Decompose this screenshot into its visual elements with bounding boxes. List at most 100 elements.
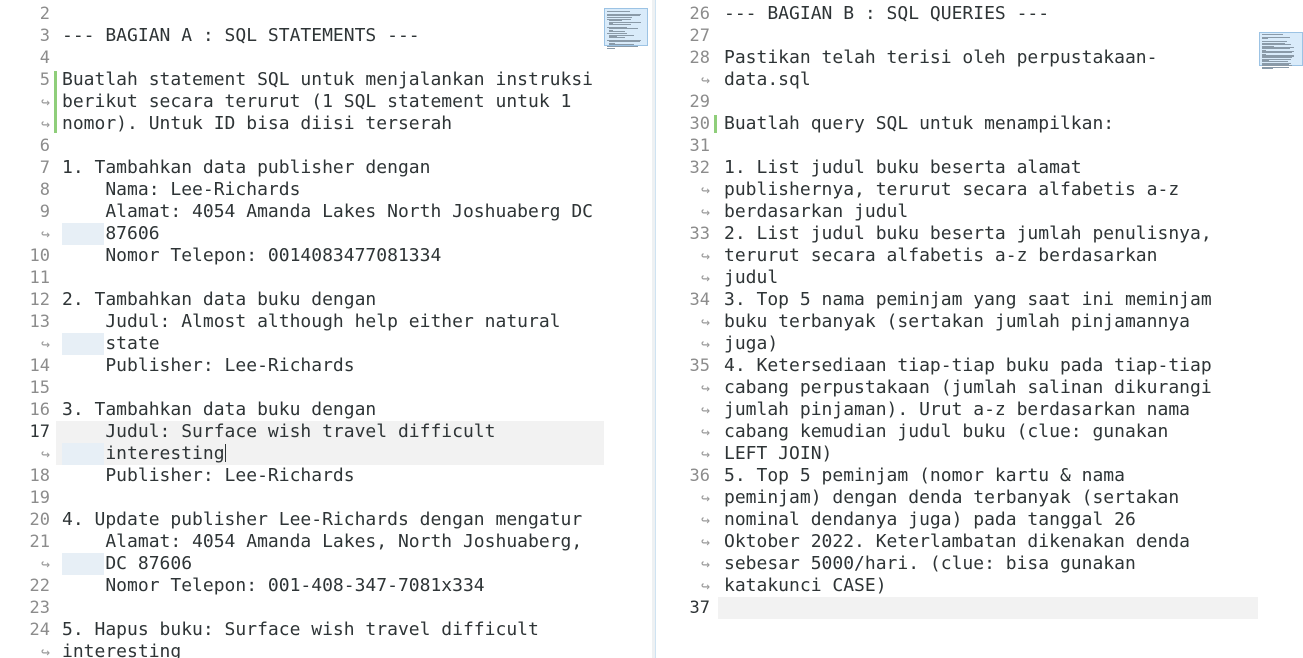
code-line[interactable]: 2. List judul buku beserta jumlah penuli… [724, 223, 1212, 245]
code-line[interactable]: 5. Hapus buku: Surface wish travel diffi… [62, 619, 539, 641]
code-line-text: nominal dendanya juga) pada tanggal 26 [724, 509, 1136, 530]
minimap-line [1262, 52, 1293, 54]
code-line-text: 4. Update publisher Lee-Richards dengan … [62, 509, 583, 530]
code-line[interactable]: cabang perpustakaan (jumlah salinan diku… [724, 377, 1212, 399]
code-line-text: nomor). Untuk ID bisa diisi terserah [62, 113, 453, 134]
line-number: 13 [29, 312, 50, 332]
code-line-text: peminjam) dengan denda terbanyak (sertak… [724, 487, 1180, 508]
code-line[interactable]: peminjam) dengan denda terbanyak (sertak… [724, 487, 1179, 509]
wrap-indicator: ↪ [700, 533, 710, 551]
line-number: 7 [39, 158, 50, 178]
code-line[interactable]: berikut secara terurut (1 SQL statement … [62, 91, 571, 113]
code-line[interactable]: LEFT JOIN) [724, 443, 832, 465]
code-line-text: 1. List judul buku beserta alamat [724, 157, 1082, 178]
line-number: 4 [39, 48, 50, 68]
line-number: 37 [689, 598, 710, 618]
code-line[interactable]: Oktober 2022. Keterlambatan dikenakan de… [724, 531, 1190, 553]
line-number: 2 [39, 4, 50, 24]
code-line[interactable]: Pastikan telah terisi oleh perpustakaan- [724, 47, 1157, 69]
code-line[interactable]: 2. Tambahkan data buku dengan [62, 289, 376, 311]
code-line-text: state [62, 333, 160, 354]
line-number: 33 [689, 224, 710, 244]
code-line-text: 1. Tambahkan data publisher dengan [62, 157, 431, 178]
code-line[interactable]: Nomor Telepon: 0014083477081334 [62, 245, 441, 267]
code-line-text: data.sql [724, 69, 811, 90]
code-line[interactable]: Nomor Telepon: 001-408-347-7081x334 [62, 575, 485, 597]
left-minimap[interactable] [604, 4, 648, 604]
code-line[interactable]: Publisher: Lee-Richards [62, 465, 354, 487]
code-line-text: interesting [62, 443, 225, 464]
line-number: 12 [29, 290, 50, 310]
line-number: 35 [689, 356, 710, 376]
line-number: 34 [689, 290, 710, 310]
current-line-highlight [718, 597, 1258, 619]
minimap-line [607, 47, 615, 49]
code-line[interactable]: 4. Ketersediaan tiap-tiap buku pada tiap… [724, 355, 1212, 377]
code-line[interactable]: data.sql [724, 69, 811, 91]
line-number: 24 [29, 620, 50, 640]
code-line-text: Nama: Lee-Richards [62, 179, 301, 200]
code-line[interactable]: judul [724, 267, 778, 289]
code-line[interactable]: cabang kemudian judul buku (clue: gunaka… [724, 421, 1168, 443]
line-number: 26 [689, 4, 710, 24]
left-editor-pane[interactable]: 2 3 4 5 ↪ ↪ 6 7 8 9 ↪ 10 11 12 13 ↪ 14 15 16 17 ↪ 18 19 20 21 ↪ 22… [0, 0, 652, 658]
code-line[interactable]: interesting [62, 641, 181, 658]
code-line[interactable]: state [62, 333, 160, 355]
code-line[interactable]: publishernya, terurut secara alfabetis a… [724, 179, 1179, 201]
code-line[interactable]: jumlah pinjaman). Urut a-z berdasarkan n… [724, 399, 1190, 421]
code-line[interactable]: --- BAGIAN B : SQL QUERIES --- [724, 3, 1049, 25]
code-line[interactable]: 5. Top 5 peminjam (nomor kartu & nama [724, 465, 1125, 487]
code-line[interactable]: buku terbanyak (sertakan jumlah pinjaman… [724, 311, 1190, 333]
wrap-indicator: ↪ [700, 313, 710, 331]
code-line-text: --- BAGIAN B : SQL QUERIES --- [724, 3, 1050, 24]
code-line[interactable]: --- BAGIAN A : SQL STATEMENTS --- [62, 25, 420, 47]
code-line[interactable]: katakunci CASE) [724, 575, 887, 597]
wrap-indicator: ↪ [700, 423, 710, 441]
code-line[interactable]: juga) [724, 333, 778, 355]
wrap-indicator: ↪ [40, 555, 50, 573]
line-number: 14 [29, 356, 50, 376]
code-line[interactable]: Nama: Lee-Richards [62, 179, 300, 201]
line-number: 8 [39, 180, 50, 200]
code-line[interactable]: sebesar 5000/hari. (clue: bisa gunakan [724, 553, 1136, 575]
code-line[interactable]: Alamat: 4054 Amanda Lakes, North Joshuab… [62, 531, 582, 553]
minimap-line [1262, 34, 1283, 35]
line-number: 15 [29, 378, 50, 398]
line-number: 36 [689, 466, 710, 486]
wrap-indicator: ↪ [40, 335, 50, 353]
code-line[interactable]: 1. Tambahkan data publisher dengan [62, 157, 430, 179]
line-number: 9 [39, 202, 50, 222]
code-line[interactable]: 87606 [62, 223, 159, 245]
code-line-text: Nomor Telepon: 001-408-347-7081x334 [62, 575, 485, 596]
code-line[interactable]: interesting [62, 443, 227, 465]
wrap-indicator: ↪ [700, 335, 710, 353]
code-line[interactable]: 4. Update publisher Lee-Richards dengan … [62, 509, 582, 531]
right-minimap[interactable] [1259, 4, 1303, 604]
code-line-text: Buatlah query SQL untuk menampilkan: [724, 113, 1115, 134]
wrap-indicator: ↪ [40, 643, 50, 658]
wrap-indicator: ↪ [700, 489, 710, 507]
right-editor-pane[interactable]: 26 27 28 ↪ 29 30 31 32 ↪ ↪ 33 ↪ ↪ 34 ↪ ↪ 35 ↪ ↪ ↪ ↪ 36 ↪ ↪ ↪ ↪ ↪ 37… [655, 0, 1303, 658]
code-line[interactable]: terurut secara alfabetis a-z berdasarkan [724, 245, 1157, 267]
code-line[interactable]: nominal dendanya juga) pada tanggal 26 [724, 509, 1136, 531]
code-line[interactable]: 3. Top 5 nama peminjam yang saat ini mem… [724, 289, 1212, 311]
code-line[interactable]: berdasarkan judul [724, 201, 908, 223]
code-line[interactable]: Judul: Surface wish travel difficult [62, 421, 495, 443]
minimap-line [1262, 48, 1290, 50]
code-line[interactable]: DC 87606 [62, 553, 192, 575]
code-line-text: katakunci CASE) [724, 575, 887, 596]
code-line[interactable]: Publisher: Lee-Richards [62, 355, 354, 377]
code-line[interactable]: Buatlah statement SQL untuk menjalankan … [62, 69, 593, 91]
code-line[interactable]: 3. Tambahkan data buku dengan [62, 399, 376, 421]
code-line[interactable]: Judul: Almost although help either natur… [62, 311, 560, 333]
wrap-indicator: ↪ [700, 247, 710, 265]
code-line-text: cabang perpustakaan (jumlah salinan diku… [724, 377, 1212, 398]
code-line[interactable]: Buatlah query SQL untuk menampilkan: [724, 113, 1114, 135]
modified-line-marker [54, 71, 57, 133]
code-line[interactable]: 1. List judul buku beserta alamat [724, 157, 1082, 179]
code-line-text: cabang kemudian judul buku (clue: gunaka… [724, 421, 1169, 442]
left-line-number-gutter: 2 3 4 5 ↪ ↪ 6 7 8 9 ↪ 10 11 12 13 ↪ 14 15 16 17 ↪ 18 19 20 21 ↪ 22… [0, 0, 56, 658]
minimap-line [609, 21, 641, 23]
code-line[interactable]: Alamat: 4054 Amanda Lakes North Joshuabe… [62, 201, 593, 223]
code-line[interactable]: nomor). Untuk ID bisa diisi terserah [62, 113, 452, 135]
